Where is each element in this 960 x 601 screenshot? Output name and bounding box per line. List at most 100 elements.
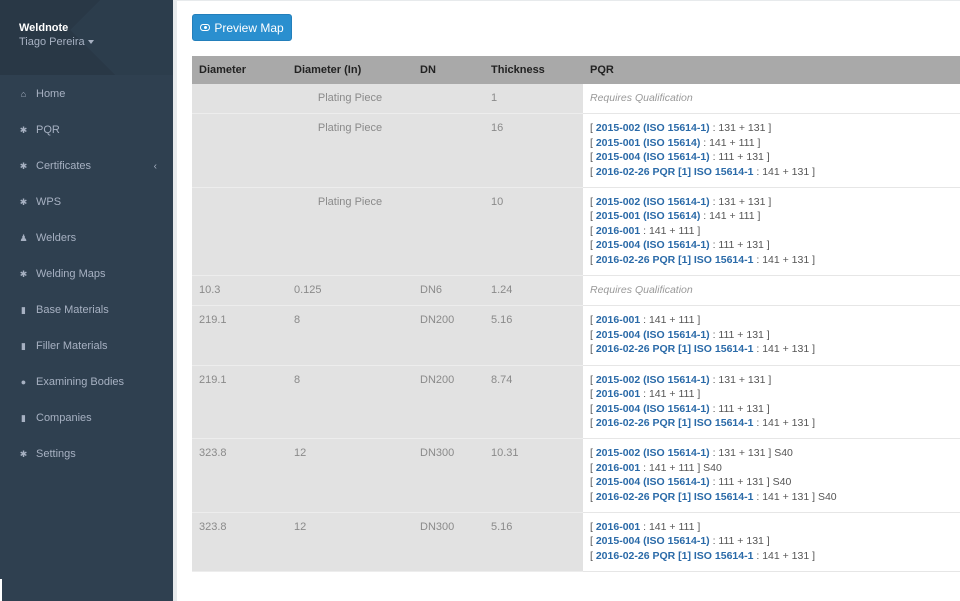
cell-thickness: 1 [484,84,583,115]
sidebar-item-pqr[interactable]: ✱ PQR [0,112,173,148]
pqr-suffix: ] [812,549,816,562]
pqr-suffix: ] [812,343,816,356]
pqr-link[interactable]: 2015-004 (ISO 15614-1) [596,329,710,341]
cell-diameter-in: Plating Piece [287,84,413,115]
table-row: Plating Piece 10[ 2015-002 (ISO 15614-1) … [192,187,960,277]
sidebar-item-label: PQR [36,124,60,136]
pqr-link[interactable]: 2016-02-26 PQR [1] ISO 15614-1 [596,417,754,429]
cell-pqr: [ 2015-002 (ISO 15614-1) : 131 + 131 ] [ … [583,113,960,189]
pqr-process: : 141 + 131 [753,165,813,178]
pqr-link[interactable]: 2016-02-26 PQR [1] ISO 15614-1 [596,254,754,266]
pqr-process: : 131 + 131 [709,447,769,460]
pqr-suffix: ] [766,328,770,341]
pqr-entry: [ 2015-002 (ISO 15614-1) : 131 + 131 ] [590,122,772,135]
pqr-link[interactable]: 2016-001 [596,225,640,237]
pqr-link[interactable]: 2015-004 (ISO 15614-1) [596,476,710,488]
sidebar-item-label: WPS [36,196,62,208]
cell-diameter: 219.1 [192,365,287,440]
eye-icon [200,24,211,31]
pqr-link[interactable]: 2016-001 [596,462,640,474]
column-header-pqr: PQR [583,56,960,84]
book-icon: ▮ [21,304,26,315]
sidebar-item-label: Home [36,88,66,100]
pqr-process: : 111 + 131 [709,535,767,548]
cell-dn [413,187,484,277]
column-header-dn: DN [413,56,484,84]
pqr-suffix: ] [768,373,772,386]
pqr-process: : 131 + 131 [709,373,769,386]
pqr-link[interactable]: 2015-002 (ISO 15614-1) [596,447,710,459]
pqr-link[interactable]: 2015-004 (ISO 15614-1) [596,535,710,547]
sidebar-item-label: Companies [36,412,92,424]
pqr-entry: [ 2016-02-26 PQR [1] ISO 15614-1 : 141 +… [590,165,816,178]
pqr-link[interactable]: 2015-001 (ISO 15614) [596,137,701,149]
sidebar-item-label: Welding Maps [36,268,106,280]
pqr-entry: [ 2015-001 (ISO 15614) : 141 + 111 ] [590,210,761,223]
pqr-link[interactable]: 2015-002 (ISO 15614-1) [596,196,710,208]
pqr-entry: [ 2016-001 : 141 + 111 ] [590,314,701,327]
sidebar-item-label: Certificates [36,160,92,172]
main-content: Preview Map Diameter Diameter (In) DN Th… [173,0,960,601]
pqr-entry: [ 2016-02-26 PQR [1] ISO 15614-1 : 141 +… [590,253,816,266]
cell-pqr: [ 2016-001 : 141 + 111 ] [ 2015-004 (ISO … [583,512,960,573]
sidebar-item-label: Base Materials [36,304,109,316]
pqr-suffix: ] [697,388,701,401]
pqr-process: : 141 + 111 [640,520,698,533]
user-menu[interactable]: Tiago Pereira [19,36,173,48]
pqr-link[interactable]: 2015-004 (ISO 15614-1) [596,151,710,163]
pqr-link[interactable]: 2016-02-26 PQR [1] ISO 15614-1 [596,491,754,503]
pqr-link[interactable]: 2015-002 (ISO 15614-1) [596,122,710,134]
preview-map-label: Preview Map [214,20,284,35]
preview-map-button[interactable]: Preview Map [192,14,292,41]
pqr-process: : 111 + 131 [709,476,767,489]
table-row: 219.1 8 DN200 5.16[ 2016-001 : 141 + 111 ][… [192,305,960,366]
pqr-link[interactable]: 2015-004 (ISO 15614-1) [596,239,710,251]
sidebar-item-settings[interactable]: ✱ Settings [0,436,173,472]
pqr-process: : 111 + 131 [709,328,767,341]
pqr-link[interactable]: 2015-001 (ISO 15614) [596,210,701,222]
gear-icon: ✱ [19,124,28,135]
pqr-link[interactable]: 2015-002 (ISO 15614-1) [596,374,710,386]
column-header-diameter-in: Diameter (In) [287,56,413,84]
table-body: Plating Piece 1 Requires Qualification Plat… [192,84,960,573]
sidebar-item-home[interactable]: ⌂ Home [0,76,173,112]
cell-dn: DN6 [413,275,484,307]
pqr-link[interactable]: 2016-02-26 PQR [1] ISO 15614-1 [596,550,754,562]
sidebar-item-welding-maps[interactable]: ✱ Welding Maps [0,256,173,292]
cell-diameter-in: 12 [287,438,413,513]
pqr-entry: [ 2015-004 (ISO 15614-1) : 111 + 131 ] [590,151,770,164]
pqr-link[interactable]: 2016-001 [596,314,640,326]
pqr-link[interactable]: 2016-02-26 PQR [1] ISO 15614-1 [596,343,754,355]
sidebar-item-examining-bodies[interactable]: ● Examining Bodies [0,364,173,400]
pqr-link[interactable]: 2016-001 [596,521,640,533]
book-icon: ▮ [21,340,26,351]
sidebar-item-filler-materials[interactable]: ▮ Filler Materials [0,328,173,364]
sidebar-item-wps[interactable]: ✱ WPS [0,184,173,220]
pqr-entry: [ 2015-004 (ISO 15614-1) : 111 + 131 ] [590,535,770,548]
sidebar-item-certificates[interactable]: ✱ Certificates ‹ [0,148,173,184]
pqr-suffix: ] [812,416,816,429]
sidebar-item-base-materials[interactable]: ▮ Base Materials [0,292,173,328]
sidebar-item-welders[interactable]: ♟ Welders [0,220,173,256]
sidebar-item-companies[interactable]: ▮ Companies [0,400,173,436]
sidebar-handle[interactable] [0,579,2,601]
pqr-process: : 141 + 111 [700,136,758,149]
sidebar-item-label: Settings [36,448,76,460]
pqr-entry: [ 2016-001 : 141 + 111 ] [590,520,701,533]
pqr-suffix: ] [766,535,770,548]
pqr-link[interactable]: 2016-001 [596,388,640,400]
pqr-process: : 111 + 131 [709,239,767,252]
cell-diameter [192,187,287,277]
pqr-suffix: ] [697,520,701,533]
pqr-suffix: ] S40 [697,461,722,474]
cell-diameter: 10.3 [192,275,287,307]
cell-pqr: [ 2016-001 : 141 + 111 ][ 2015-004 (ISO … [583,305,960,366]
chevron-left-icon: ‹ [153,160,157,172]
pqr-entry: [ 2015-002 (ISO 15614-1) : 131 + 131 ] [590,196,772,209]
pqr-link[interactable]: 2016-02-26 PQR [1] ISO 15614-1 [596,166,754,178]
gear-icon: ✱ [19,196,28,207]
user-icon: ♟ [19,232,28,243]
gear-icon: ✱ [19,448,28,459]
brand-name: Weldnote [19,22,69,34]
pqr-link[interactable]: 2015-004 (ISO 15614-1) [596,403,710,415]
